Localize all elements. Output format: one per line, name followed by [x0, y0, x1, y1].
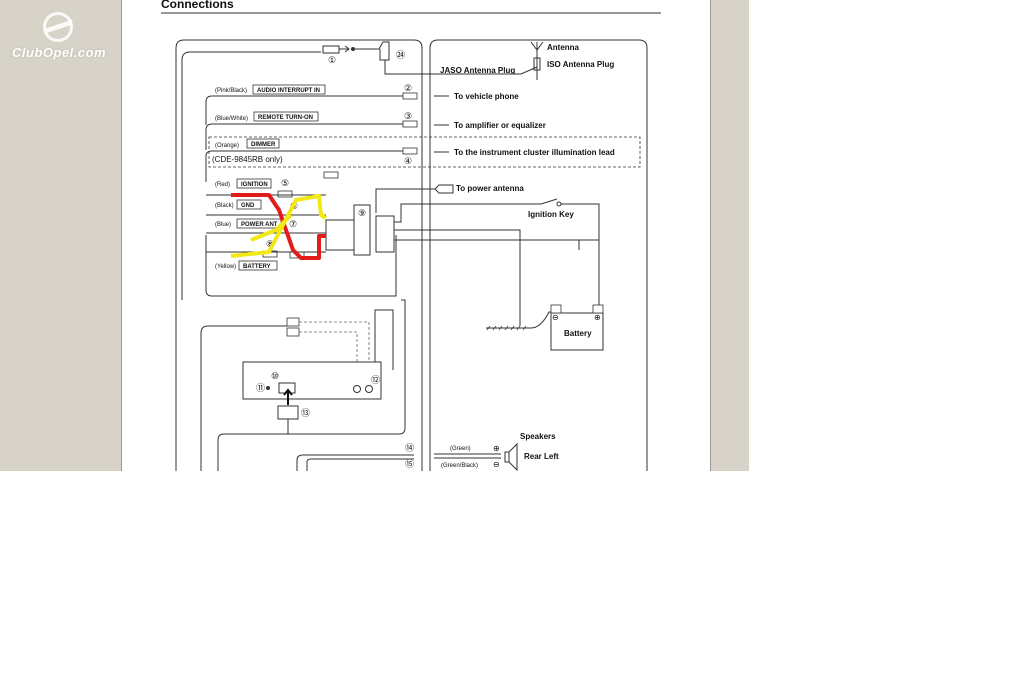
dest-illumination: To the instrument cluster illumination l… [454, 148, 615, 157]
svg-text:(Blue/White): (Blue/White) [215, 116, 248, 122]
svg-text:⑭: ⑭ [405, 443, 414, 453]
battery-minus: ⊖ [552, 313, 559, 322]
rca-plug-icon [286, 327, 300, 337]
svg-text:⑩: ⑩ [271, 371, 279, 381]
wire-name-remote-turn-on: REMOTE TURN-ON [258, 115, 313, 121]
power-antenna-icon [434, 184, 454, 194]
num-24: ㉔ [396, 50, 405, 60]
connector-icon [402, 120, 418, 128]
watermark-text: ClubOpel.com [12, 45, 107, 60]
connector-icon [402, 147, 418, 155]
head-unit-rear [242, 361, 382, 400]
cluboopel-watermark: ClubOpel.com [10, 12, 110, 62]
antenna-icon [530, 41, 544, 80]
dest-vehicle-phone: To vehicle phone [454, 92, 519, 101]
svg-text:⑦: ⑦ [289, 219, 297, 229]
ignition-switch-icon [556, 201, 562, 207]
speaker-icon [504, 442, 518, 471]
viewer-background: ClubOpel.com Connections ㉔ ① JASO Antenn… [0, 0, 749, 471]
svg-text:②: ② [404, 83, 412, 93]
svg-text:⊖: ⊖ [493, 460, 500, 469]
jaso-plug-label: JASO Antenna Plug [440, 66, 515, 75]
model-note: (CDE-9845RB only) [212, 155, 283, 164]
svg-text:(Orange): (Orange) [215, 143, 239, 149]
antenna-plug-icon [322, 45, 340, 54]
svg-text:(Pink/Black): (Pink/Black) [215, 88, 247, 94]
wire-name-dimmer: DIMMER [251, 142, 276, 148]
svg-text:⑮: ⑮ [405, 459, 414, 469]
svg-text:⑬: ⑬ [301, 408, 310, 418]
svg-text:(Green): (Green) [450, 446, 471, 452]
wire-name-ignition: IGNITION [241, 182, 268, 188]
rear-left-label: Rear Left [524, 452, 559, 461]
wire-name-power-ant: POWER ANT [241, 222, 278, 228]
svg-text:⑫: ⑫ [371, 375, 380, 385]
svg-text:(Red): (Red) [215, 182, 230, 188]
module-13 [277, 405, 299, 420]
svg-text:(Black): (Black) [215, 203, 234, 209]
battery-plus: ⊕ [594, 313, 601, 322]
dest-amplifier: To amplifier or equalizer [454, 121, 546, 130]
jaso-adapter-icon [355, 41, 390, 61]
svg-text:⊕: ⊕ [493, 444, 500, 453]
svg-text:⑤: ⑤ [281, 178, 289, 188]
diagram-title: Connections [161, 0, 234, 11]
wire-name-battery: BATTERY [243, 264, 271, 270]
svg-text:(Green/Black): (Green/Black) [441, 463, 478, 469]
vehicle-panel-border [429, 39, 648, 471]
ignition-key-label: Ignition Key [528, 210, 574, 219]
connector-icon [402, 92, 418, 100]
num-1: ① [328, 55, 336, 65]
antenna-label: Antenna [547, 43, 580, 52]
svg-text:⑨: ⑨ [358, 208, 366, 218]
wire-name-gnd: GND [241, 203, 255, 209]
battery-label: Battery [564, 329, 592, 338]
svg-text:(Yellow): (Yellow) [215, 264, 236, 270]
manual-page: Connections ㉔ ① JASO Antenna Plug Antenn… [121, 0, 711, 471]
svg-text:④: ④ [404, 156, 412, 166]
chassis-ground-icon [486, 318, 531, 329]
svg-text:⑪: ⑪ [256, 383, 265, 393]
wiring-diagram: Connections ㉔ ① JASO Antenna Plug Antenn… [161, 0, 661, 471]
dest-power-antenna: To power antenna [456, 184, 524, 193]
svg-text:③: ③ [404, 111, 412, 121]
rca-plug-icon [286, 317, 300, 327]
speakers-title: Speakers [520, 432, 556, 441]
iso-plug-label: ISO Antenna Plug [547, 60, 614, 69]
svg-text:(Blue): (Blue) [215, 222, 231, 228]
wire-name-audio-interrupt: AUDIO INTERRUPT IN [257, 88, 320, 94]
